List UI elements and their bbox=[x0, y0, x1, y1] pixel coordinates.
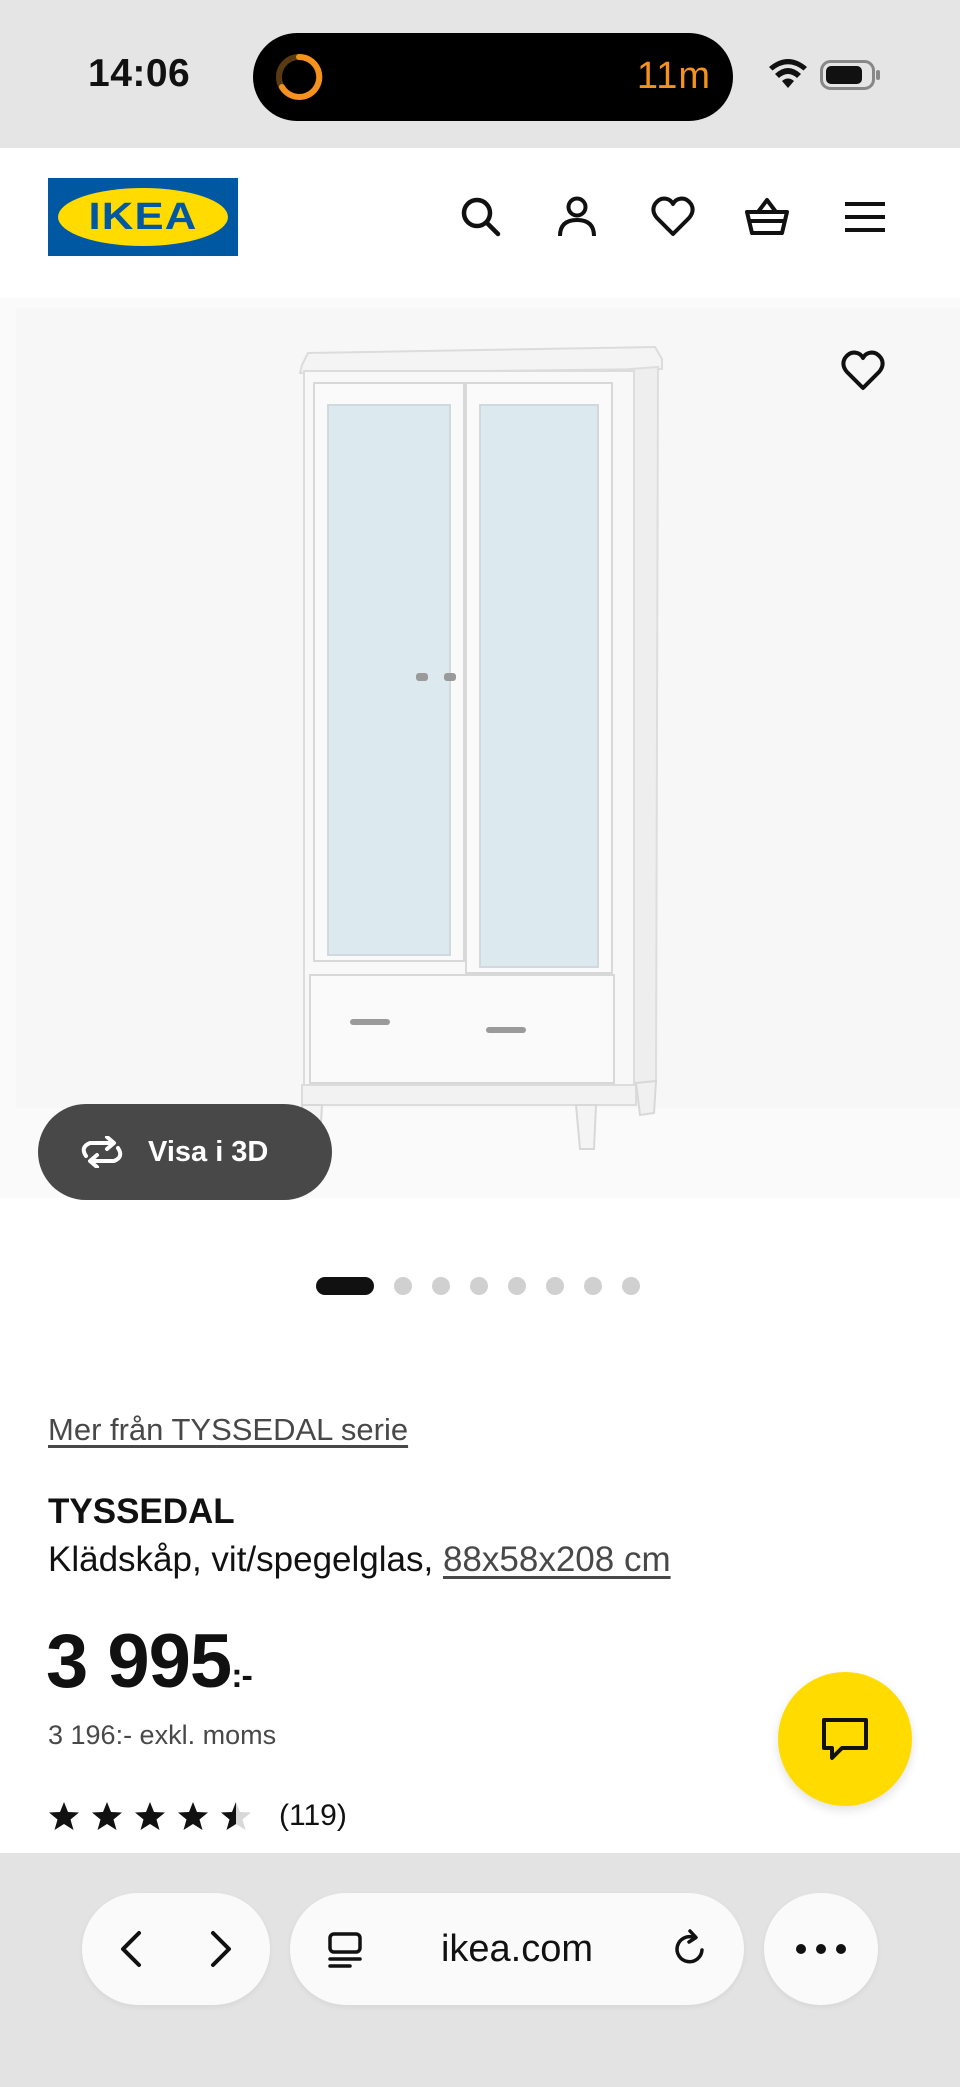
battery-icon bbox=[820, 60, 880, 90]
ikea-logo[interactable]: IKEA bbox=[48, 178, 238, 256]
logo-text: IKEA bbox=[88, 196, 198, 238]
more-icon bbox=[796, 1944, 846, 1954]
carousel-dot[interactable] bbox=[622, 1277, 640, 1295]
chat-icon bbox=[822, 1718, 868, 1760]
star-icon bbox=[49, 1802, 79, 1830]
product-name: TYSSEDAL bbox=[48, 1492, 235, 1531]
wardrobe-image bbox=[298, 345, 663, 1150]
size-link[interactable]: 88x58x208 cm bbox=[443, 1540, 671, 1579]
status-time: 14:06 bbox=[88, 52, 191, 95]
price-excl-vat: 3 196:- exkl. moms bbox=[48, 1720, 277, 1750]
carousel-dot[interactable] bbox=[432, 1277, 450, 1295]
site-header: IKEA bbox=[0, 148, 960, 288]
rotate-3d-icon bbox=[81, 1136, 123, 1168]
product-type: Klädskåp, vit/spegelglas, bbox=[48, 1540, 434, 1579]
logo-oval: IKEA bbox=[58, 188, 228, 246]
menu-icon[interactable] bbox=[842, 194, 888, 240]
product-gallery[interactable]: Visa i 3D bbox=[0, 298, 960, 1200]
dynamic-island[interactable]: 11m bbox=[253, 33, 733, 121]
price-value: 3 995 bbox=[46, 1619, 232, 1704]
carousel-dots bbox=[0, 1275, 960, 1297]
view-3d-button[interactable]: Visa i 3D bbox=[38, 1104, 332, 1200]
price: 3 995:- bbox=[46, 1618, 253, 1705]
star-icon bbox=[178, 1802, 208, 1830]
carousel-dot[interactable] bbox=[470, 1277, 488, 1295]
reload-icon[interactable] bbox=[670, 1929, 710, 1969]
price-suffix: :- bbox=[231, 1657, 253, 1695]
chat-button[interactable] bbox=[778, 1672, 912, 1806]
search-icon[interactable] bbox=[458, 194, 504, 240]
carousel-dot[interactable] bbox=[508, 1277, 526, 1295]
timer-ring-icon bbox=[276, 53, 323, 100]
wifi-icon bbox=[769, 59, 807, 88]
timer-text: 11m bbox=[636, 55, 711, 97]
carousel-dot[interactable] bbox=[316, 1277, 374, 1295]
rating-count: (119) bbox=[279, 1799, 347, 1832]
heart-icon[interactable] bbox=[650, 194, 696, 240]
back-icon[interactable] bbox=[112, 1929, 152, 1969]
carousel-dot[interactable] bbox=[394, 1277, 412, 1295]
forward-icon[interactable] bbox=[200, 1929, 240, 1969]
carousel-dot[interactable] bbox=[584, 1277, 602, 1295]
view-3d-label: Visa i 3D bbox=[148, 1135, 269, 1168]
account-icon[interactable] bbox=[554, 194, 600, 240]
basket-icon[interactable] bbox=[744, 194, 790, 240]
product-description: Klädskåp, vit/spegelglas, 88x58x208 cm bbox=[48, 1540, 671, 1580]
favorite-icon[interactable] bbox=[840, 348, 886, 392]
browser-toolbar: ikea.com bbox=[0, 1853, 960, 2087]
nav-buttons bbox=[82, 1893, 270, 2005]
address-bar[interactable]: ikea.com bbox=[290, 1893, 744, 2005]
star-icon bbox=[135, 1802, 165, 1830]
rating[interactable]: (119) bbox=[48, 1796, 347, 1836]
star-icon bbox=[92, 1802, 122, 1830]
half-star-icon bbox=[221, 1802, 251, 1830]
carousel-dot[interactable] bbox=[546, 1277, 564, 1295]
status-bar: 14:06 11m bbox=[0, 0, 960, 148]
series-link[interactable]: Mer från TYSSEDAL serie bbox=[48, 1412, 408, 1448]
more-button[interactable] bbox=[764, 1893, 878, 2005]
